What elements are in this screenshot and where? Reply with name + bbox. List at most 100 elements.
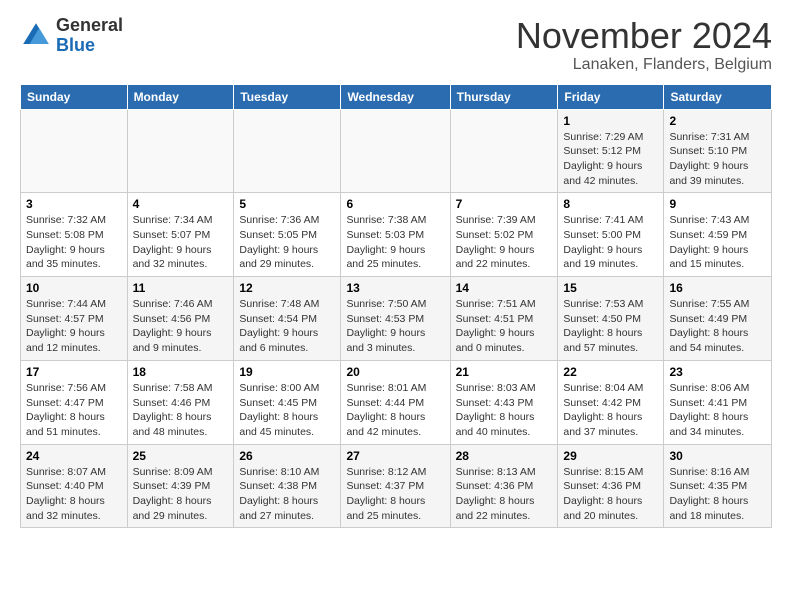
calendar-cell: 16Sunrise: 7:55 AM Sunset: 4:49 PM Dayli… [664,277,772,361]
day-number: 10 [26,281,122,295]
calendar-cell: 22Sunrise: 8:04 AM Sunset: 4:42 PM Dayli… [558,360,664,444]
day-number: 25 [133,449,229,463]
day-info: Sunrise: 7:44 AM Sunset: 4:57 PM Dayligh… [26,297,122,356]
day-number: 26 [239,449,335,463]
day-number: 5 [239,197,335,211]
col-sunday: Sunday [21,84,128,109]
col-thursday: Thursday [450,84,558,109]
day-number: 18 [133,365,229,379]
col-friday: Friday [558,84,664,109]
calendar-cell [21,109,128,193]
day-info: Sunrise: 8:01 AM Sunset: 4:44 PM Dayligh… [346,381,444,440]
calendar-cell [450,109,558,193]
calendar-cell [341,109,450,193]
col-saturday: Saturday [664,84,772,109]
day-number: 4 [133,197,229,211]
calendar-week-row: 17 Sunrise: 7:56 AM Sunset: 4:47 PM Dayli… [21,360,772,444]
day-number: 27 [346,449,444,463]
calendar-header-row: Sunday Monday Tuesday Wednesday Thursday… [21,84,772,109]
logo-blue-text: Blue [56,36,123,56]
calendar-cell: 9 Sunrise: 7:43 AM Sunset: 4:59 PM Daylig… [664,193,772,277]
day-info: Sunrise: 8:03 AM Sunset: 4:43 PM Dayligh… [456,381,553,440]
day-info: Sunrise: 7:39 AM Sunset: 5:02 PM Dayligh… [456,213,553,272]
day-number: 23 [669,365,766,379]
logo-text: General Blue [56,16,123,56]
day-info: Sunrise: 7:51 AM Sunset: 4:51 PM Dayligh… [456,297,553,356]
calendar-cell: 14 Sunrise: 7:51 AM Sunset: 4:51 PM Dayli… [450,277,558,361]
day-number: 14 [456,281,553,295]
calendar-cell [234,109,341,193]
day-number: 7 [456,197,553,211]
calendar-cell: 6Sunrise: 7:38 AM Sunset: 5:03 PM Daylig… [341,193,450,277]
calendar-cell: 25 Sunrise: 8:09 AM Sunset: 4:39 PM Dayli… [127,444,234,528]
day-number: 13 [346,281,444,295]
calendar-cell: 11 Sunrise: 7:46 AM Sunset: 4:56 PM Dayli… [127,277,234,361]
day-number: 3 [26,197,122,211]
location: Lanaken, Flanders, Belgium [516,56,772,74]
calendar-cell: 3 Sunrise: 7:32 AM Sunset: 5:08 PM Daylig… [21,193,128,277]
day-info: Sunrise: 8:06 AM Sunset: 4:41 PM Dayligh… [669,381,766,440]
day-number: 19 [239,365,335,379]
day-number: 12 [239,281,335,295]
day-number: 21 [456,365,553,379]
calendar-cell: 17 Sunrise: 7:56 AM Sunset: 4:47 PM Dayli… [21,360,128,444]
day-info: Sunrise: 7:55 AM Sunset: 4:49 PM Dayligh… [669,297,766,356]
col-wednesday: Wednesday [341,84,450,109]
day-info: Sunrise: 8:10 AM Sunset: 4:38 PM Dayligh… [239,465,335,524]
day-info: Sunrise: 7:53 AM Sunset: 4:50 PM Dayligh… [563,297,658,356]
calendar-cell: 21 Sunrise: 8:03 AM Sunset: 4:43 PM Dayli… [450,360,558,444]
calendar-table: Sunday Monday Tuesday Wednesday Thursday… [20,84,772,529]
day-number: 20 [346,365,444,379]
day-info: Sunrise: 7:32 AM Sunset: 5:08 PM Dayligh… [26,213,122,272]
day-info: Sunrise: 8:12 AM Sunset: 4:37 PM Dayligh… [346,465,444,524]
day-info: Sunrise: 7:36 AM Sunset: 5:05 PM Dayligh… [239,213,335,272]
day-info: Sunrise: 7:43 AM Sunset: 4:59 PM Dayligh… [669,213,766,272]
day-number: 9 [669,197,766,211]
calendar-week-row: 3 Sunrise: 7:32 AM Sunset: 5:08 PM Daylig… [21,193,772,277]
day-number: 29 [563,449,658,463]
calendar-cell: 15Sunrise: 7:53 AM Sunset: 4:50 PM Dayli… [558,277,664,361]
calendar-week-row: 1Sunrise: 7:29 AM Sunset: 5:12 PM Daylig… [21,109,772,193]
calendar-cell: 30Sunrise: 8:16 AM Sunset: 4:35 PM Dayli… [664,444,772,528]
day-info: Sunrise: 8:15 AM Sunset: 4:36 PM Dayligh… [563,465,658,524]
calendar-cell: 26 Sunrise: 8:10 AM Sunset: 4:38 PM Dayli… [234,444,341,528]
calendar-cell: 20 Sunrise: 8:01 AM Sunset: 4:44 PM Dayli… [341,360,450,444]
day-info: Sunrise: 8:04 AM Sunset: 4:42 PM Dayligh… [563,381,658,440]
day-info: Sunrise: 8:09 AM Sunset: 4:39 PM Dayligh… [133,465,229,524]
calendar-cell: 27 Sunrise: 8:12 AM Sunset: 4:37 PM Dayli… [341,444,450,528]
calendar-cell: 8Sunrise: 7:41 AM Sunset: 5:00 PM Daylig… [558,193,664,277]
day-info: Sunrise: 8:16 AM Sunset: 4:35 PM Dayligh… [669,465,766,524]
day-info: Sunrise: 7:48 AM Sunset: 4:54 PM Dayligh… [239,297,335,356]
calendar-cell: 13Sunrise: 7:50 AM Sunset: 4:53 PM Dayli… [341,277,450,361]
calendar-cell: 29 Sunrise: 8:15 AM Sunset: 4:36 PM Dayli… [558,444,664,528]
calendar-week-row: 24 Sunrise: 8:07 AM Sunset: 4:40 PM Dayli… [21,444,772,528]
day-info: Sunrise: 7:58 AM Sunset: 4:46 PM Dayligh… [133,381,229,440]
calendar-cell: 19Sunrise: 8:00 AM Sunset: 4:45 PM Dayli… [234,360,341,444]
day-number: 28 [456,449,553,463]
day-info: Sunrise: 7:34 AM Sunset: 5:07 PM Dayligh… [133,213,229,272]
calendar-cell: 2 Sunrise: 7:31 AM Sunset: 5:10 PM Daylig… [664,109,772,193]
calendar-cell: 23 Sunrise: 8:06 AM Sunset: 4:41 PM Dayli… [664,360,772,444]
day-number: 24 [26,449,122,463]
calendar-cell: 12 Sunrise: 7:48 AM Sunset: 4:54 PM Dayli… [234,277,341,361]
title-block: November 2024 Lanaken, Flanders, Belgium [516,16,772,74]
calendar-cell: 18 Sunrise: 7:58 AM Sunset: 4:46 PM Dayli… [127,360,234,444]
calendar-cell: 1Sunrise: 7:29 AM Sunset: 5:12 PM Daylig… [558,109,664,193]
day-info: Sunrise: 7:56 AM Sunset: 4:47 PM Dayligh… [26,381,122,440]
day-info: Sunrise: 8:07 AM Sunset: 4:40 PM Dayligh… [26,465,122,524]
day-info: Sunrise: 7:38 AM Sunset: 5:03 PM Dayligh… [346,213,444,272]
logo-icon [20,20,52,52]
calendar-cell: 28Sunrise: 8:13 AM Sunset: 4:36 PM Dayli… [450,444,558,528]
day-number: 2 [669,114,766,128]
logo-general-text: General [56,16,123,36]
day-number: 17 [26,365,122,379]
day-info: Sunrise: 7:31 AM Sunset: 5:10 PM Dayligh… [669,130,766,189]
page: General Blue November 2024 Lanaken, Flan… [0,0,792,544]
calendar-week-row: 10 Sunrise: 7:44 AM Sunset: 4:57 PM Dayli… [21,277,772,361]
calendar-cell: 5 Sunrise: 7:36 AM Sunset: 5:05 PM Daylig… [234,193,341,277]
header: General Blue November 2024 Lanaken, Flan… [20,16,772,74]
day-info: Sunrise: 7:46 AM Sunset: 4:56 PM Dayligh… [133,297,229,356]
calendar-cell: 24 Sunrise: 8:07 AM Sunset: 4:40 PM Dayli… [21,444,128,528]
day-number: 8 [563,197,658,211]
day-number: 11 [133,281,229,295]
